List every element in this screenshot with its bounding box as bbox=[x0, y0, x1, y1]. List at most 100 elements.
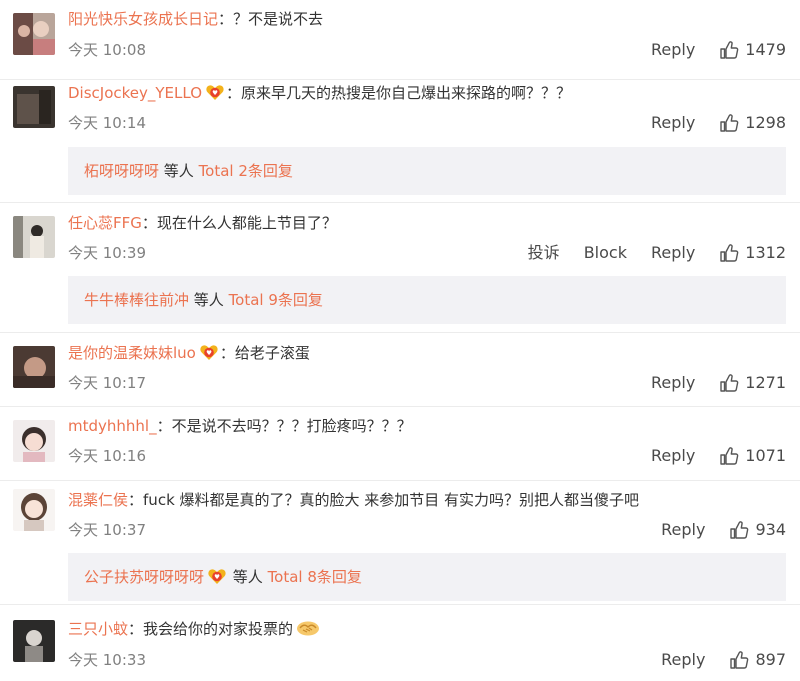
like-button[interactable]: 1312 bbox=[719, 242, 786, 264]
timestamp: 今天 10:16 bbox=[68, 447, 146, 465]
thumbs-up-icon bbox=[729, 650, 749, 670]
vip-heart-badge-icon bbox=[205, 83, 225, 101]
comment-actions: Reply 897 bbox=[637, 649, 786, 671]
comment-line: mtdyhhhhl_：不是说不去吗？？？打脸疼吗？？？ bbox=[68, 415, 412, 437]
view-replies-link[interactable]: Total 8条回复 bbox=[268, 568, 362, 586]
comment-actions: Reply 1479 bbox=[627, 39, 786, 61]
reply-button[interactable]: Reply bbox=[661, 649, 705, 671]
reply-username[interactable]: 公子扶苏呀呀呀呀 bbox=[84, 568, 204, 586]
reply-mid-text: 等人 bbox=[228, 568, 268, 586]
avatar[interactable] bbox=[13, 216, 55, 258]
reply-summary[interactable]: 公子扶苏呀呀呀呀 等人 Total 8条回复 bbox=[68, 553, 786, 601]
vip-heart-badge-icon bbox=[207, 567, 227, 585]
block-button[interactable]: Block bbox=[584, 242, 627, 264]
avatar[interactable] bbox=[13, 489, 55, 531]
reply-summary[interactable]: 柘呀呀呀呀 等人 Total 2条回复 bbox=[68, 147, 786, 195]
colon: ： bbox=[156, 417, 172, 435]
timestamp: 今天 10:17 bbox=[68, 374, 146, 392]
like-button[interactable]: 897 bbox=[729, 649, 786, 671]
reply-username[interactable]: 牛牛棒棒往前冲 bbox=[84, 291, 189, 309]
username[interactable]: DiscJockey_YELLO bbox=[68, 84, 202, 102]
username[interactable]: 三只小蚊 bbox=[68, 620, 128, 638]
comment-text: ？不是说不去 bbox=[233, 10, 324, 28]
timestamp: 今天 10:14 bbox=[68, 114, 146, 132]
avatar[interactable] bbox=[13, 86, 55, 128]
reply-button[interactable]: Reply bbox=[651, 372, 695, 394]
reply-button[interactable]: Reply bbox=[651, 39, 695, 61]
username[interactable]: 阳光快乐女孩成长日记 bbox=[68, 10, 218, 28]
comment-line: 三只小蚊：我会给你的对家投票的 bbox=[68, 618, 321, 640]
username[interactable]: 是你的温柔妹妹luo bbox=[68, 344, 196, 362]
view-replies-link[interactable]: Total 2条回复 bbox=[199, 162, 293, 180]
comment-text: 给老子滚蛋 bbox=[234, 344, 310, 362]
view-replies-link[interactable]: Total 9条回复 bbox=[229, 291, 323, 309]
colon: ： bbox=[218, 10, 234, 28]
timestamp: 今天 10:37 bbox=[68, 521, 146, 539]
like-button[interactable]: 1271 bbox=[719, 372, 786, 394]
avatar[interactable] bbox=[13, 620, 55, 662]
reply-button[interactable]: Reply bbox=[651, 112, 695, 134]
comment-line: 混薬仁侯：fuck 爆料都是真的了？真的脸大 来参加节目 有实力吗？别把人都当傻… bbox=[68, 489, 639, 511]
colon: ： bbox=[226, 84, 242, 102]
colon: ： bbox=[128, 620, 144, 638]
reply-button[interactable]: Reply bbox=[661, 519, 705, 541]
vip-heart-badge-icon bbox=[199, 343, 219, 361]
comment-actions: Reply 1298 bbox=[627, 112, 786, 134]
colon: ： bbox=[128, 491, 144, 509]
avatar[interactable] bbox=[13, 346, 55, 388]
thumbs-up-icon bbox=[719, 446, 739, 466]
comment-line: 是你的温柔妹妹luo ：给老子滚蛋 bbox=[68, 342, 310, 364]
comment-item: 任心蕊FFG：现在什么人都能上节目了？ 今天 10:39 投诉 Block Re… bbox=[0, 203, 800, 332]
comment-item: 混薬仁侯：fuck 爆料都是真的了？真的脸大 来参加节目 有实力吗？别把人都当傻… bbox=[0, 481, 800, 604]
like-button[interactable]: 1479 bbox=[719, 39, 786, 61]
reply-button[interactable]: Reply bbox=[651, 445, 695, 467]
thumbs-up-icon bbox=[719, 113, 739, 133]
comment-text: 我会给你的对家投票的 bbox=[143, 620, 294, 638]
comment-text: 原来早几天的热搜是你自己爆出来探路的啊？？？ bbox=[241, 84, 572, 102]
comment-text: 现在什么人都能上节目了？ bbox=[156, 214, 337, 232]
reply-button[interactable]: Reply bbox=[651, 242, 695, 264]
like-count: 1298 bbox=[745, 113, 786, 132]
thumbs-up-icon bbox=[719, 373, 739, 393]
comment-item: 是你的温柔妹妹luo ：给老子滚蛋 今天 10:17 Reply 1271 bbox=[0, 333, 800, 406]
username[interactable]: mtdyhhhhl_ bbox=[68, 417, 157, 435]
like-button[interactable]: 934 bbox=[729, 519, 786, 541]
comment-actions: Reply 1071 bbox=[627, 445, 786, 467]
reply-username[interactable]: 柘呀呀呀呀 bbox=[84, 162, 159, 180]
report-button[interactable]: 投诉 bbox=[528, 242, 560, 264]
like-button[interactable]: 1298 bbox=[719, 112, 786, 134]
comment-line: DiscJockey_YELLO ：原来早几天的热搜是你自己爆出来探路的啊？？？ bbox=[68, 82, 571, 104]
comment-item: 阳光快乐女孩成长日记：？不是说不去 今天 10:08 Reply 1479 bbox=[0, 0, 800, 79]
like-count: 934 bbox=[755, 520, 786, 539]
timestamp: 今天 10:39 bbox=[68, 244, 146, 262]
timestamp: 今天 10:33 bbox=[68, 651, 146, 669]
comment-item: mtdyhhhhl_：不是说不去吗？？？打脸疼吗？？？ 今天 10:16 Rep… bbox=[0, 407, 800, 480]
comment-text: fuck 爆料都是真的了？真的脸大 来参加节目 有实力吗？别把人都当傻子吧 bbox=[143, 491, 640, 509]
comment-item: DiscJockey_YELLO ：原来早几天的热搜是你自己爆出来探路的啊？？？ … bbox=[0, 80, 800, 202]
avatar[interactable] bbox=[13, 13, 55, 55]
username[interactable]: 混薬仁侯 bbox=[68, 491, 128, 509]
comment-actions: 投诉 Block Reply 1312 bbox=[504, 242, 786, 264]
comment-line: 任心蕊FFG：现在什么人都能上节目了？ bbox=[68, 212, 337, 234]
like-count: 1271 bbox=[745, 373, 786, 392]
like-count: 1071 bbox=[745, 446, 786, 465]
like-count: 1312 bbox=[745, 243, 786, 262]
like-count: 1479 bbox=[745, 40, 786, 59]
reply-mid-text: 等人 bbox=[159, 162, 199, 180]
colon: ： bbox=[141, 214, 157, 232]
username[interactable]: 任心蕊FFG bbox=[68, 214, 142, 232]
thumbs-up-icon bbox=[729, 520, 749, 540]
reply-summary[interactable]: 牛牛棒棒往前冲 等人 Total 9条回复 bbox=[68, 276, 786, 324]
colon: ： bbox=[219, 344, 235, 362]
reply-mid-text: 等人 bbox=[189, 291, 229, 309]
comment-actions: Reply 934 bbox=[637, 519, 786, 541]
like-count: 897 bbox=[755, 650, 786, 669]
comment-text: 不是说不去吗？？？打脸疼吗？？？ bbox=[171, 417, 412, 435]
thumbs-up-icon bbox=[719, 243, 739, 263]
avatar[interactable] bbox=[13, 420, 55, 462]
thumbs-up-icon bbox=[719, 40, 739, 60]
like-button[interactable]: 1071 bbox=[719, 445, 786, 467]
timestamp: 今天 10:08 bbox=[68, 41, 146, 59]
comment-actions: Reply 1271 bbox=[627, 372, 786, 394]
comment-item: 三只小蚊：我会给你的对家投票的 今天 10:33 Reply 897 bbox=[0, 605, 800, 681]
